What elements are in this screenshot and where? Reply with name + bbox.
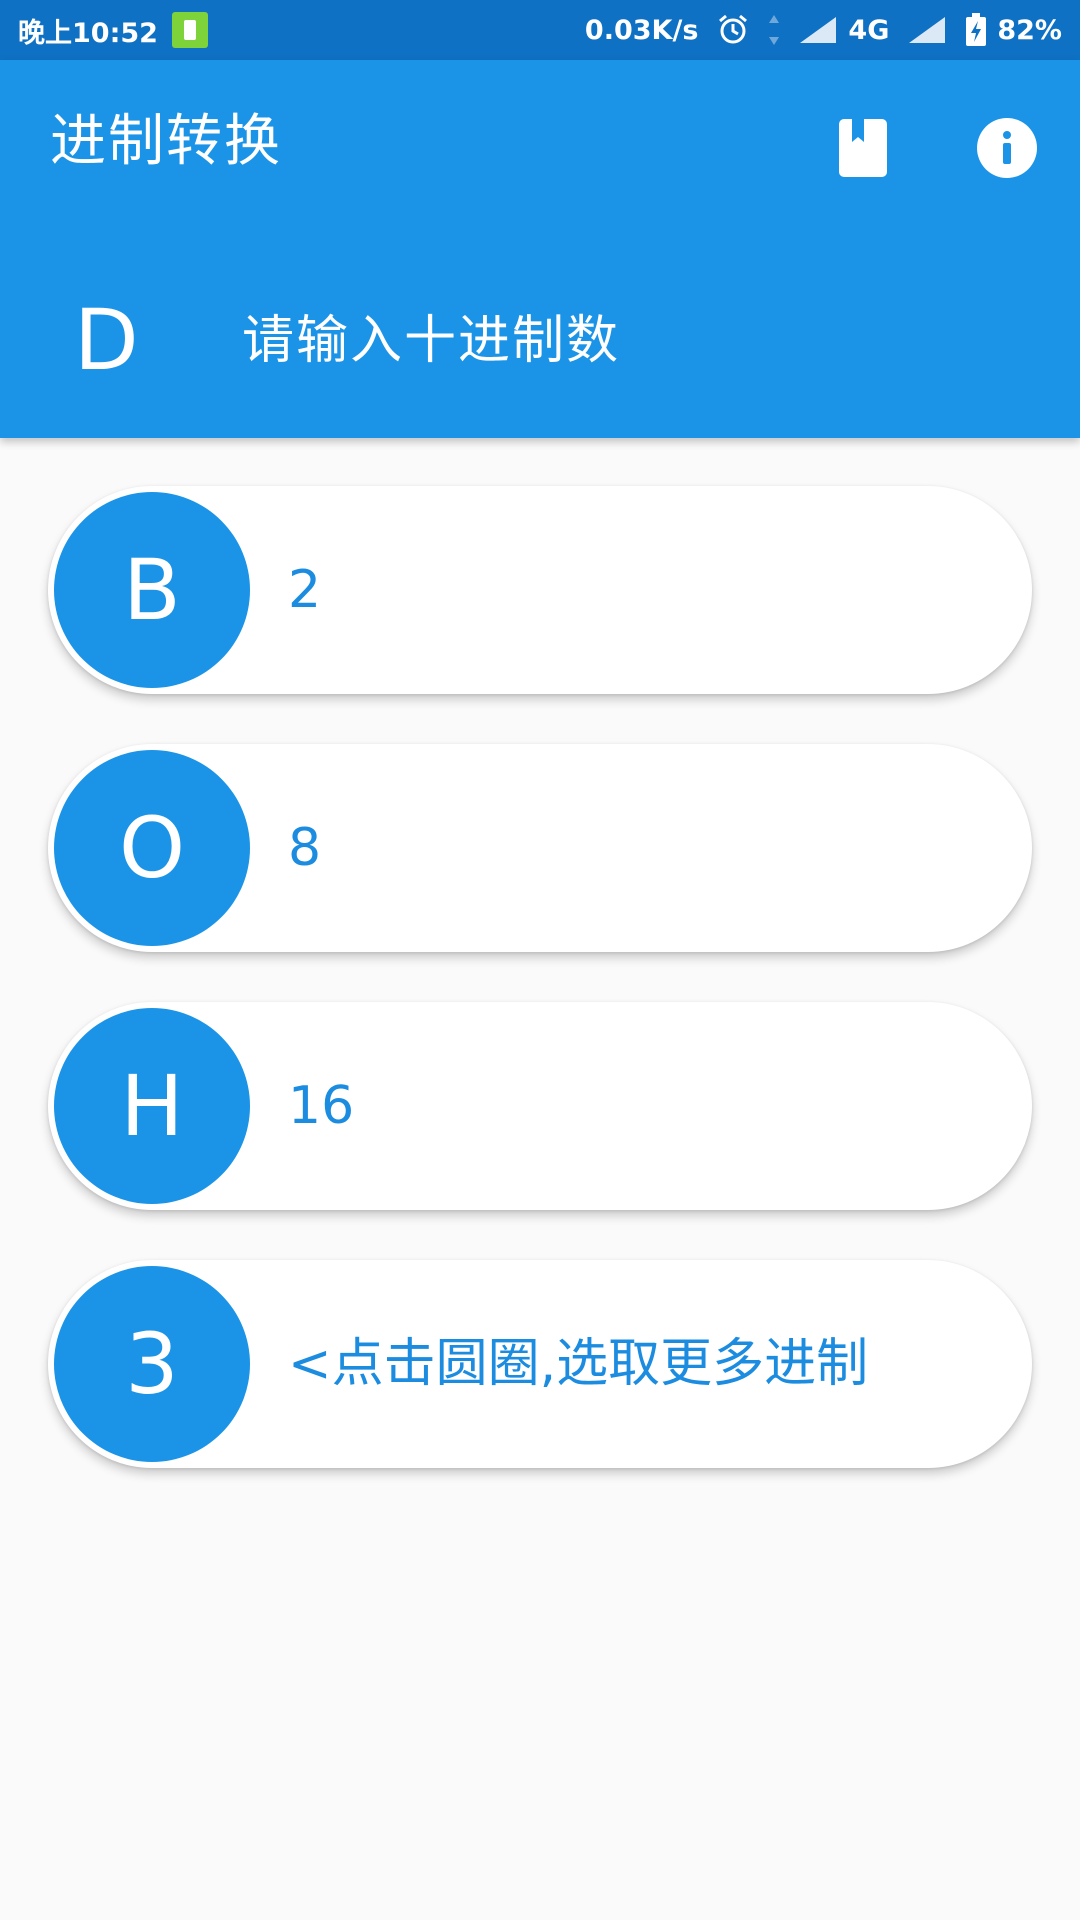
base-card-list: B 2 O 8 H 16 3 <点击圆圈,选取更多进制 xyxy=(48,486,1032,1518)
data-arrows-icon xyxy=(768,13,780,47)
battery-saver-icon xyxy=(171,12,208,48)
decimal-label: D xyxy=(74,291,139,389)
decimal-input-row: D xyxy=(0,280,1080,402)
status-time: 晚上10:52 xyxy=(18,17,158,49)
base-circle-button[interactable]: 3 xyxy=(54,1266,250,1462)
base-circle-button[interactable]: O xyxy=(54,750,250,946)
base-card-octal: O 8 xyxy=(48,744,1032,952)
battery-icon xyxy=(965,13,987,47)
bookmark-icon xyxy=(839,119,887,177)
base-circle-button[interactable]: H xyxy=(54,1008,250,1204)
base-value-hint[interactable]: <点击圆圈,选取更多进制 xyxy=(288,1260,868,1468)
network-type: 4G xyxy=(848,14,890,46)
info-button[interactable] xyxy=(971,112,1043,184)
decimal-input[interactable] xyxy=(240,280,1024,402)
base-card-binary: B 2 xyxy=(48,486,1032,694)
signal-icon xyxy=(907,15,947,45)
base-value[interactable]: 8 xyxy=(288,744,321,952)
page-title: 进制转换 xyxy=(50,109,282,174)
base-card-hex: H 16 xyxy=(48,1002,1032,1210)
battery-level: 82% xyxy=(997,14,1062,46)
alarm-icon xyxy=(716,13,750,47)
base-circle-button[interactable]: B xyxy=(54,492,250,688)
base-value[interactable]: 16 xyxy=(288,1002,354,1210)
status-bar: 晚上10:52 0.03K/s 4G 82% xyxy=(0,0,1080,60)
signal-icon xyxy=(798,15,838,45)
info-icon xyxy=(977,118,1037,178)
bookmark-button[interactable] xyxy=(827,112,899,184)
network-speed: 0.03K/s xyxy=(584,14,699,46)
app-bar: 进制转换 D xyxy=(0,60,1080,438)
base-card-custom: 3 <点击圆圈,选取更多进制 xyxy=(48,1260,1032,1468)
base-value[interactable]: 2 xyxy=(288,486,321,694)
